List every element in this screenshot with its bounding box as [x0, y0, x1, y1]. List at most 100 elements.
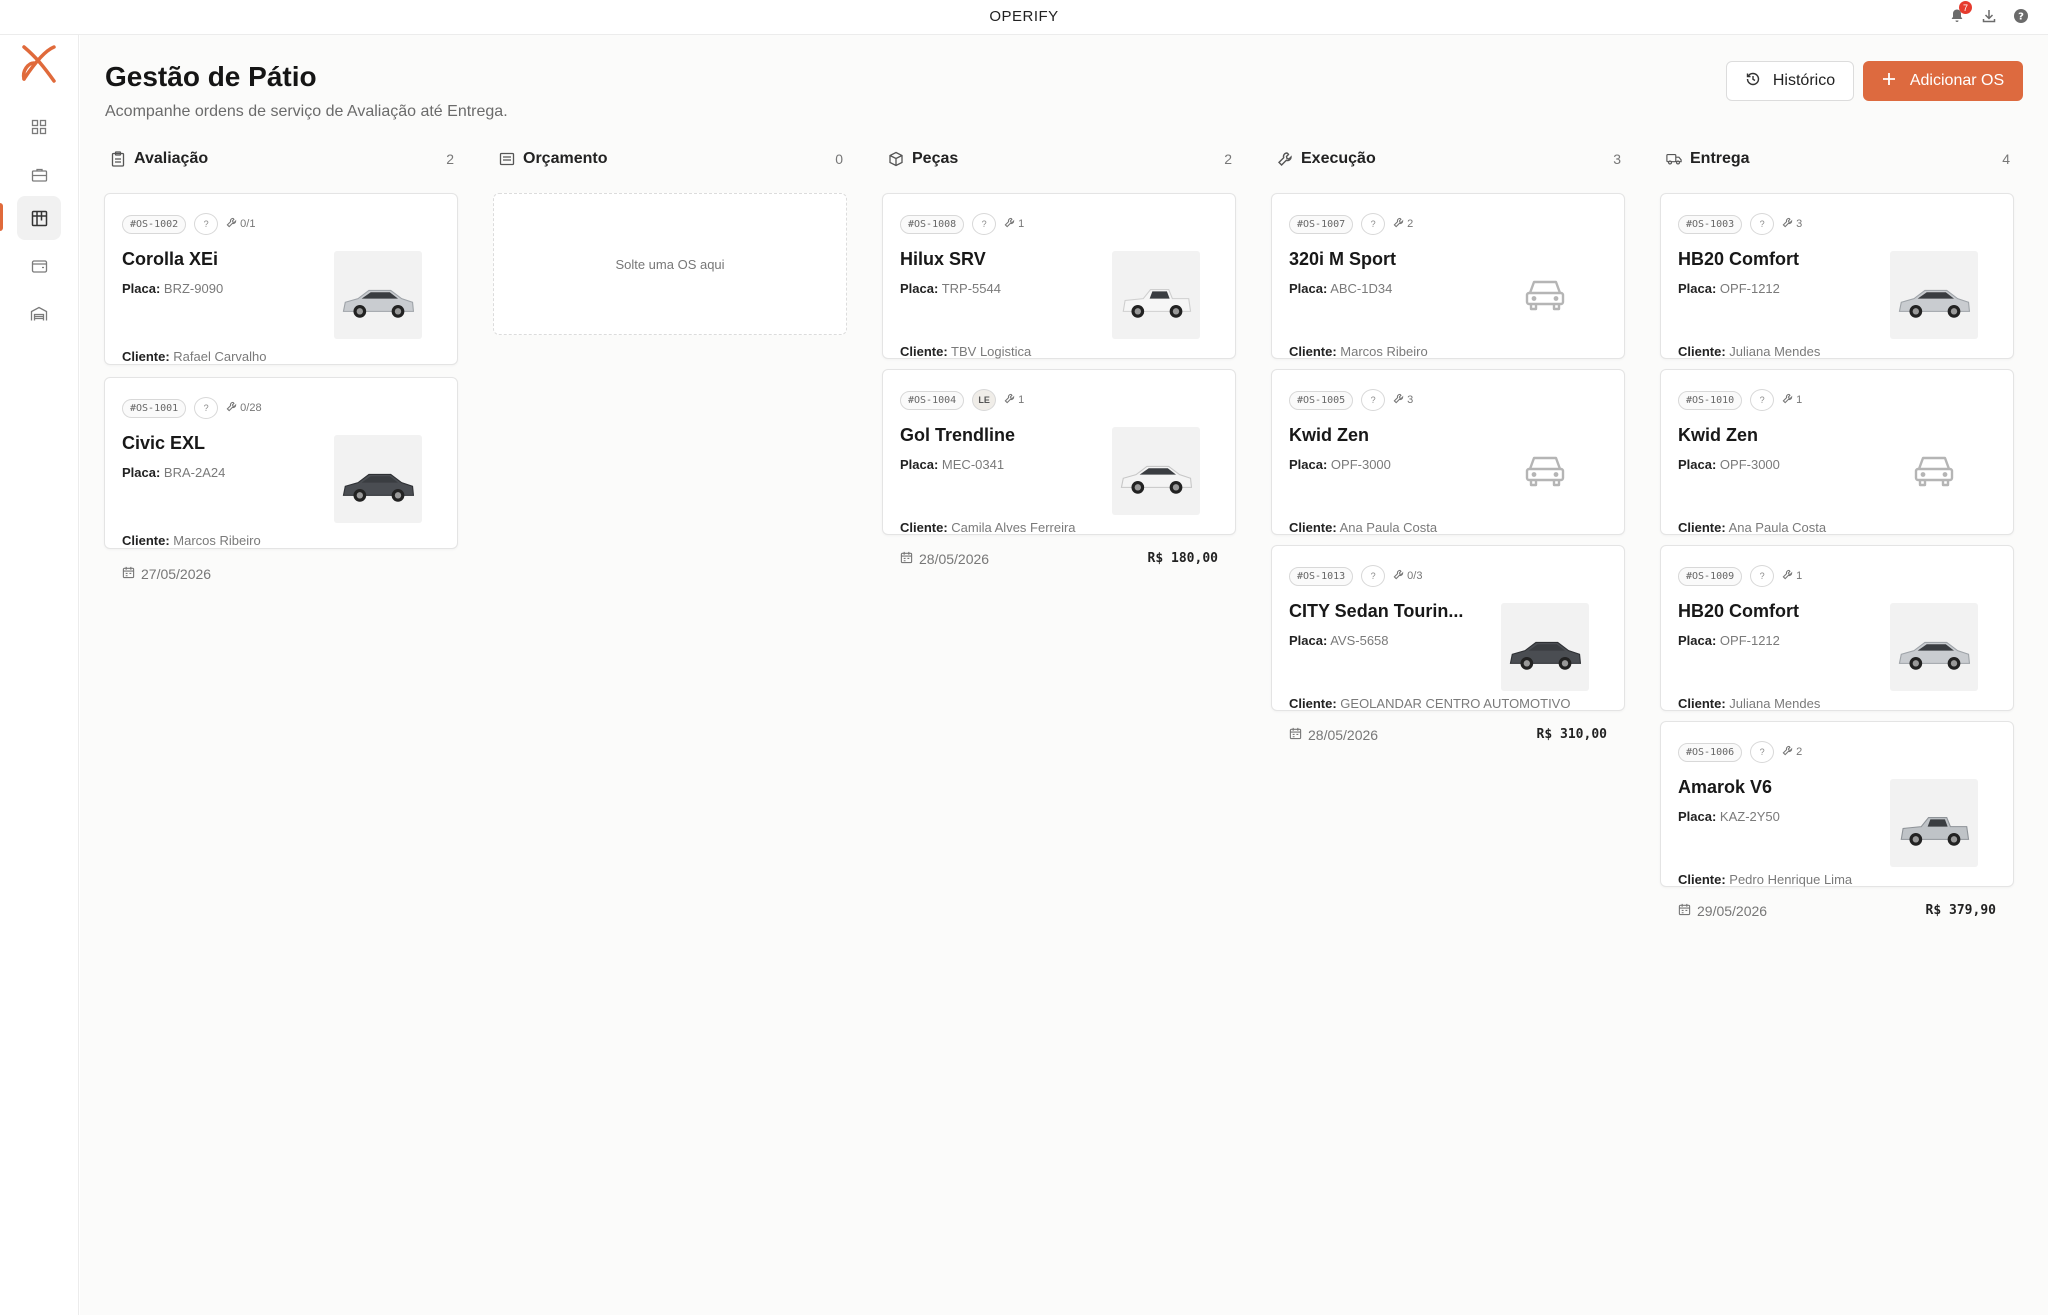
plate-value: OPF-3000	[1716, 457, 1780, 472]
assignee-avatar[interactable]: LE	[972, 389, 997, 411]
os-card[interactable]: #OS-1009? 1 HB20 Comfort Placa: OPF-1212 Cli…	[1660, 545, 2014, 743]
client-value: Marcos Ribeiro	[169, 533, 261, 548]
wrench-icon	[226, 401, 237, 415]
date-value: 29/05/2026	[1697, 903, 1768, 919]
plate-value: OPF-3000	[1327, 457, 1391, 472]
client-value: Pedro Henrique Lima	[1725, 872, 1853, 887]
client-label: Cliente:	[1289, 696, 1337, 711]
client-info: Cliente: Marcos Ribeiro	[1289, 344, 1428, 359]
wrench-icon	[1393, 393, 1404, 407]
assignee-avatar[interactable]: ?	[1361, 389, 1386, 411]
os-card[interactable]: #OS-1002? 0/1 Corolla XEi Placa: BRZ-9090 Cl…	[104, 193, 458, 398]
download-icon[interactable]	[1980, 7, 1998, 25]
tools-count-text: 0/3	[1407, 570, 1423, 582]
car-name: HB20 Comfort	[1678, 601, 1800, 621]
truck-icon	[1666, 151, 1682, 167]
os-card[interactable]: #OS-1001? 0/28 Civic EXL Placa: BRA-2A24 Cli…	[104, 377, 458, 582]
column-count: 2	[1224, 151, 1232, 167]
client-label: Cliente:	[900, 520, 948, 535]
column-avaliacao: Avaliação 2 #OS-1002? 0/1 Corolla XEi Placa…	[104, 147, 460, 582]
due-date: 29/05/2026	[1678, 903, 1767, 919]
assignee-avatar[interactable]: ?	[1750, 213, 1775, 235]
os-card[interactable]: #OS-1006? 2 Amarok V6 Placa: KAZ-2Y50 Client…	[1660, 721, 2014, 919]
column-count: 4	[2002, 151, 2010, 167]
top-actions: 7 ?	[1948, 1, 2030, 25]
plate-info: Placa: OPF-1212	[1678, 633, 1780, 648]
plate-value: OPF-1212	[1716, 633, 1780, 648]
assignee-avatar[interactable]: ?	[1361, 565, 1386, 587]
card-tags: #OS-1007? 2	[1289, 213, 1413, 235]
wrench-icon	[1277, 151, 1293, 167]
os-id-badge: #OS-1001	[122, 398, 187, 418]
tools-count: 1	[1004, 393, 1024, 407]
plate-value: KAZ-2Y50	[1716, 809, 1780, 824]
os-card[interactable]: #OS-1008? 1 Hilux SRV Placa: TRP-5544 Client…	[882, 193, 1236, 391]
notification-badge: 7	[1959, 1, 1972, 14]
assignee-avatar[interactable]: ?	[1750, 565, 1775, 587]
wrench-icon	[1393, 217, 1404, 231]
add-os-button[interactable]: Adicionar OS	[1863, 61, 2023, 101]
assignee-avatar[interactable]: ?	[194, 213, 219, 235]
dashboard-icon[interactable]	[17, 105, 61, 149]
logo[interactable]	[18, 41, 60, 85]
column-header: Peças 2	[882, 147, 1238, 171]
plate-info: Placa: BRA-2A24	[122, 465, 225, 480]
briefcase-icon[interactable]	[17, 153, 61, 197]
column-count: 0	[835, 151, 843, 167]
warehouse-icon[interactable]	[17, 292, 61, 336]
plate-label: Placa:	[1678, 457, 1717, 472]
os-card[interactable]: #OS-1007? 2 320i M Sport Placa: ABC-1D34 Cli…	[1271, 193, 1625, 391]
wrench-icon	[1004, 217, 1015, 231]
car-name: Hilux SRV	[900, 249, 986, 269]
plate-value: ABC-1D34	[1327, 281, 1393, 296]
card-tags: #OS-1002? 0/1	[122, 213, 255, 235]
os-card[interactable]: #OS-1004 LE 1 Gol Trendline Placa: MEC-0341 C…	[882, 369, 1236, 567]
column-pecas: Peças 2 #OS-1008? 1 Hilux SRV Placa: TRP-55…	[882, 147, 1238, 567]
os-card[interactable]: #OS-1003? 3 HB20 Comfort Placa: OPF-1212 Cli…	[1660, 193, 2014, 391]
page-subtitle: Acompanhe ordens de serviço de Avaliação…	[105, 103, 508, 120]
column-title: Avaliação	[134, 150, 209, 167]
bell-icon[interactable]: 7	[1948, 1, 1972, 25]
assignee-avatar[interactable]: ?	[194, 397, 219, 419]
dropzone[interactable]: Solte uma OS aqui	[493, 193, 847, 335]
os-id-badge: #OS-1010	[1678, 390, 1743, 410]
assignee-avatar[interactable]: ?	[972, 213, 997, 235]
car-placeholder-icon	[1501, 427, 1589, 515]
client-value: TBV Logistica	[947, 344, 1032, 359]
price-value: R$ 379,90	[1925, 903, 1996, 918]
wallet-icon[interactable]	[17, 244, 61, 288]
kanban-icon[interactable]	[17, 196, 61, 240]
client-value: Juliana Mendes	[1725, 344, 1821, 359]
assignee-avatar[interactable]: ?	[1750, 389, 1775, 411]
dropzone-text: Solte uma OS aqui	[615, 256, 725, 272]
help-icon[interactable]: ?	[2012, 7, 2030, 25]
client-info: Cliente: GEOLANDAR CENTRO AUTOMOTIVO	[1289, 696, 1570, 711]
os-id-badge: #OS-1003	[1678, 214, 1743, 234]
os-card[interactable]: #OS-1010? 1 Kwid Zen Placa: OPF-3000 Cliente…	[1660, 369, 2014, 567]
client-label: Cliente:	[1289, 344, 1337, 359]
history-label: Histórico	[1772, 72, 1836, 89]
tools-count: 1	[1004, 217, 1024, 231]
os-card[interactable]: #OS-1005? 3 Kwid Zen Placa: OPF-3000 Cliente…	[1271, 369, 1625, 567]
history-button[interactable]: Histórico	[1726, 61, 1854, 101]
client-value: Camila Alves Ferreira	[947, 520, 1076, 535]
plate-info: Placa: ABC-1D34	[1289, 281, 1392, 296]
due-date: 28/05/2026	[900, 551, 989, 567]
plate-info: Placa: BRZ-9090	[122, 281, 223, 296]
client-label: Cliente:	[1678, 344, 1726, 359]
assignee-avatar[interactable]: ?	[1361, 213, 1386, 235]
package-icon	[888, 151, 904, 167]
os-card[interactable]: #OS-1013? 0/3 CITY Sedan Tourin... Placa: A…	[1271, 545, 1625, 743]
car-name: Amarok V6	[1678, 777, 1773, 797]
column-title: Peças	[912, 150, 959, 167]
column-title: Orçamento	[523, 150, 608, 167]
tools-count: 2	[1393, 217, 1413, 231]
car-photo	[334, 251, 422, 339]
tools-count-text: 2	[1796, 746, 1803, 758]
car-placeholder-icon	[1890, 427, 1978, 515]
card-tags: #OS-1009? 1	[1678, 565, 1802, 587]
car-photo	[1890, 603, 1978, 691]
os-id-badge: #OS-1008	[900, 214, 965, 234]
assignee-avatar[interactable]: ?	[1750, 741, 1775, 763]
app-title: OPERIFY	[989, 8, 1059, 25]
